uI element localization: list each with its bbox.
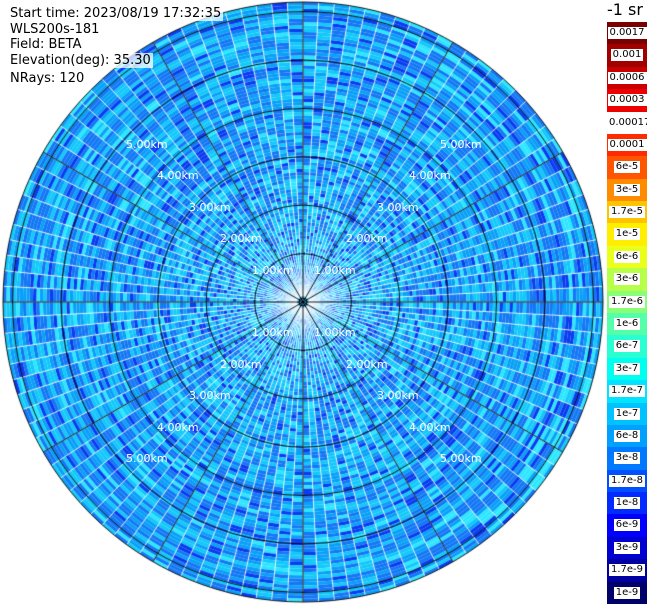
- colorbar-units-label: -1 sr: [607, 0, 643, 19]
- colorbar-level-label: 1.7e-6: [608, 295, 646, 308]
- range-ring-label: 1.00km: [252, 264, 294, 277]
- colorbar-level: 1.7e-9: [607, 559, 647, 583]
- range-ring-label: 5.00km: [126, 452, 168, 465]
- colorbar-level: 0.001: [607, 44, 647, 68]
- colorbar-level-label: 6e-7: [613, 340, 641, 353]
- colorbar-level: 1e-6: [607, 313, 647, 336]
- colorbar-level-label: 1e-9: [613, 586, 641, 599]
- range-ring-label: 1.00km: [314, 326, 356, 339]
- colorbar-level: 6e-9: [607, 514, 647, 538]
- elevation-label: Elevation(deg): 35.30: [10, 53, 153, 68]
- colorbar: 0.0017 0.001 0.0006 0.0003 0.00017 0.0001 6e-5…: [607, 22, 647, 605]
- range-ring-label: 4.00km: [409, 421, 451, 434]
- colorbar-level: 0.0001: [607, 133, 647, 157]
- colorbar-level-label: 1e-6: [613, 318, 641, 330]
- range-ring-label: 5.00km: [126, 138, 168, 151]
- colorbar-level-label: 1e-8: [613, 497, 641, 510]
- colorbar-level-label: 1.7e-9: [608, 564, 646, 577]
- colorbar-level-label: 0.0006: [607, 71, 647, 84]
- nrays-label: NRays: 120: [10, 71, 87, 86]
- colorbar-level-label: 0.0017: [607, 27, 647, 39]
- colorbar-level: 6e-6: [607, 245, 647, 269]
- colorbar-level: 0.0003: [607, 89, 647, 113]
- range-ring-label: 2.00km: [346, 232, 388, 245]
- colorbar-level-label: 1e-7: [613, 407, 641, 420]
- range-ring-label: 3.00km: [377, 389, 419, 402]
- colorbar-level: 3e-8: [607, 447, 647, 471]
- range-ring-label: 1.00km: [314, 264, 356, 277]
- range-ring-label: 2.00km: [220, 358, 262, 371]
- colorbar-level-label: 0.0001: [607, 138, 647, 151]
- field-label: Field: BETA: [10, 37, 84, 52]
- colorbar-level: 1e-5: [607, 223, 647, 247]
- colorbar-level-label: 1.7e-5: [608, 206, 646, 219]
- colorbar-level: 0.0006: [607, 66, 647, 90]
- colorbar-level-label: 1.7e-8: [608, 474, 646, 487]
- colorbar-level: 1e-9: [607, 581, 647, 605]
- colorbar-level-label: 6e-6: [613, 250, 641, 263]
- colorbar-level-label: 0.001: [610, 49, 644, 62]
- range-ring-label: 1.00km: [252, 326, 294, 339]
- colorbar-level: 1.7e-5: [607, 201, 647, 224]
- range-ring-label: 4.00km: [409, 169, 451, 182]
- colorbar-level: 1e-8: [607, 492, 647, 515]
- colorbar-level-label: 3e-7: [613, 362, 641, 375]
- radar-ppi-plot: [0, 0, 607, 607]
- colorbar-level: 1e-7: [607, 402, 647, 426]
- range-ring-label: 4.00km: [157, 421, 199, 434]
- colorbar-level: 6e-8: [607, 424, 647, 448]
- colorbar-level-label: 0.00017: [607, 116, 647, 129]
- colorbar-level-label: 6e-5: [613, 161, 641, 174]
- range-ring-label: 2.00km: [220, 232, 262, 245]
- colorbar-level-label: 3e-9: [613, 541, 641, 554]
- range-ring-label: 2.00km: [346, 358, 388, 371]
- range-ring-label: 3.00km: [189, 201, 231, 214]
- range-ring-label: 5.00km: [440, 452, 482, 465]
- colorbar-level-label: 0.0003: [607, 94, 647, 107]
- colorbar-level: 0.0017: [607, 22, 647, 45]
- instrument-label: WLS200s-181: [10, 22, 102, 37]
- colorbar-level: 6e-7: [607, 335, 647, 359]
- colorbar-level: 1.7e-8: [607, 469, 647, 493]
- colorbar-level: 0.00017: [607, 111, 647, 135]
- range-ring-label: 3.00km: [377, 201, 419, 214]
- range-ring-label: 4.00km: [157, 169, 199, 182]
- colorbar-level-label: 6e-9: [613, 519, 641, 532]
- start-time-label: Start time: 2023/08/19 17:32:35: [10, 6, 224, 21]
- colorbar-level: 6e-5: [607, 156, 647, 180]
- colorbar-level: 1.7e-6: [607, 290, 647, 314]
- colorbar-level-label: 3e-5: [613, 183, 641, 196]
- colorbar-level: 3e-9: [607, 536, 647, 560]
- colorbar-level-label: 1.7e-7: [608, 385, 646, 398]
- colorbar-level-label: 3e-8: [613, 452, 641, 465]
- colorbar-level-label: 1e-5: [613, 228, 641, 241]
- range-ring-label: 5.00km: [440, 138, 482, 151]
- colorbar-level: 3e-6: [607, 268, 647, 292]
- colorbar-level: 3e-5: [607, 178, 647, 202]
- colorbar-level-label: 3e-6: [613, 273, 641, 286]
- colorbar-level-label: 6e-8: [613, 429, 641, 442]
- colorbar-level: 3e-7: [607, 357, 647, 381]
- colorbar-level: 1.7e-7: [607, 380, 647, 404]
- range-ring-label: 3.00km: [189, 389, 231, 402]
